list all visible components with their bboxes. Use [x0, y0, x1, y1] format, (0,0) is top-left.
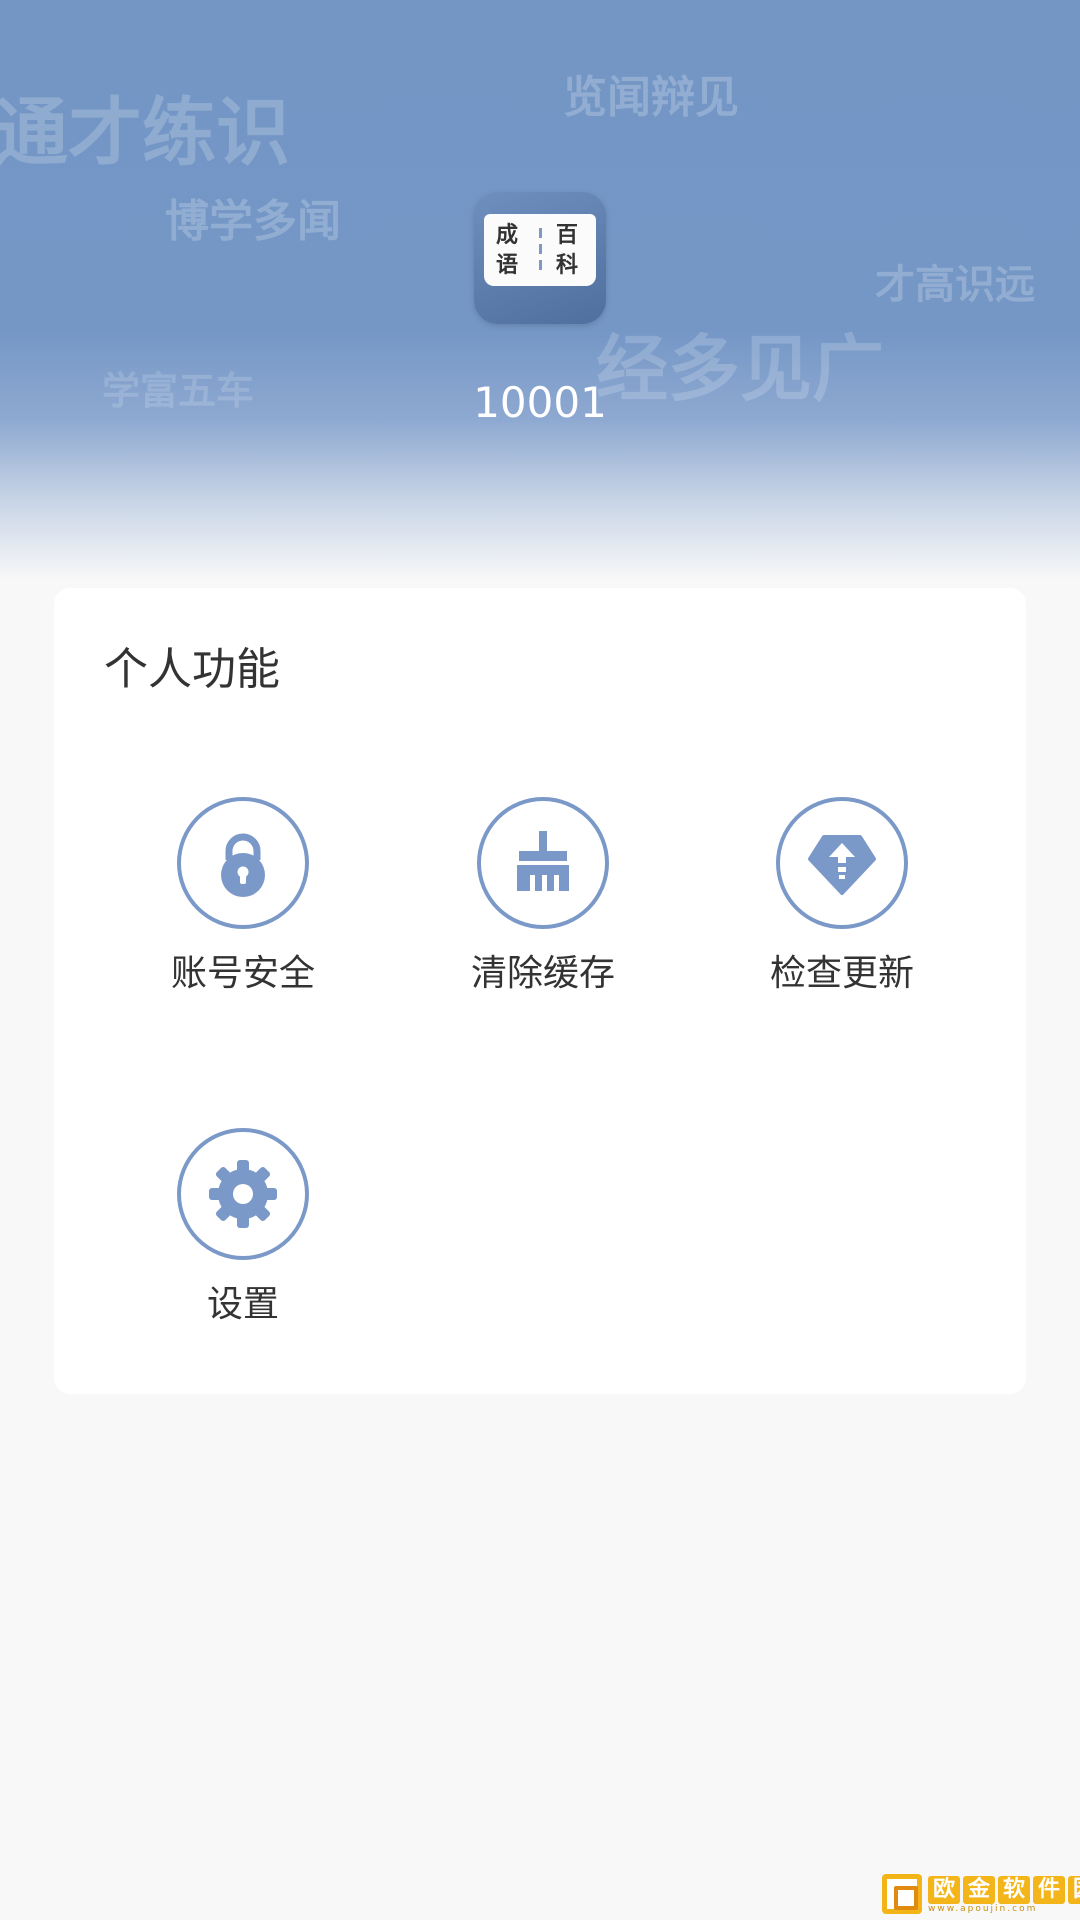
logo-glyph: 成: [496, 222, 519, 248]
user-id: 10001: [473, 378, 607, 427]
brand-char: 金: [963, 1876, 995, 1904]
func-label: 清除缓存: [470, 953, 615, 994]
profile-header: 通才练识 览闻辩见 博学多闻 才高识远 经多见广 学富五车 成 语 百 科 10…: [0, 0, 1080, 600]
logo-glyph: 科: [556, 252, 579, 278]
header-watermark: 才高识远: [875, 262, 1035, 308]
logo-glyph: 百: [556, 222, 579, 248]
brand-char: 软: [998, 1876, 1030, 1904]
gear-icon: [177, 1128, 309, 1260]
account-security-button[interactable]: 账号安全: [93, 797, 393, 1017]
func-label: 检查更新: [769, 953, 914, 994]
header-watermark: 博学多闻: [165, 196, 341, 247]
func-label: 账号安全: [170, 953, 315, 994]
brand-char: 件: [1033, 1876, 1065, 1904]
header-watermark: 通才练识: [0, 90, 290, 176]
settings-button[interactable]: 设置: [93, 1128, 393, 1348]
logo-glyph: 语: [496, 252, 519, 278]
book-icon: 成 语 百 科: [484, 214, 596, 286]
broom-icon: [477, 797, 609, 929]
check-update-button[interactable]: 检查更新: [692, 797, 992, 1017]
update-arrow-icon: [776, 797, 908, 929]
brand-char: 园: [1068, 1876, 1080, 1904]
section-title: 个人功能: [104, 644, 280, 695]
brand-logo-icon: [882, 1874, 922, 1914]
book-spine: [539, 228, 542, 274]
brand-name: 欧 金 软 件 园: [928, 1876, 1080, 1904]
clear-cache-button[interactable]: 清除缓存: [393, 797, 693, 1017]
lock-icon: [177, 797, 309, 929]
brand-watermark: 欧 金 软 件 园 www.apoujin.com: [882, 1874, 1080, 1914]
brand-char: 欧: [928, 1876, 960, 1904]
header-watermark: 览闻辩见: [563, 72, 739, 123]
func-label: 设置: [206, 1284, 279, 1325]
personal-functions-card: 个人功能 账号安全 清除缓存 检查更新 设置: [54, 588, 1026, 1394]
app-logo: 成 语 百 科: [474, 192, 606, 324]
brand-url: www.apoujin.com: [928, 1904, 1038, 1914]
